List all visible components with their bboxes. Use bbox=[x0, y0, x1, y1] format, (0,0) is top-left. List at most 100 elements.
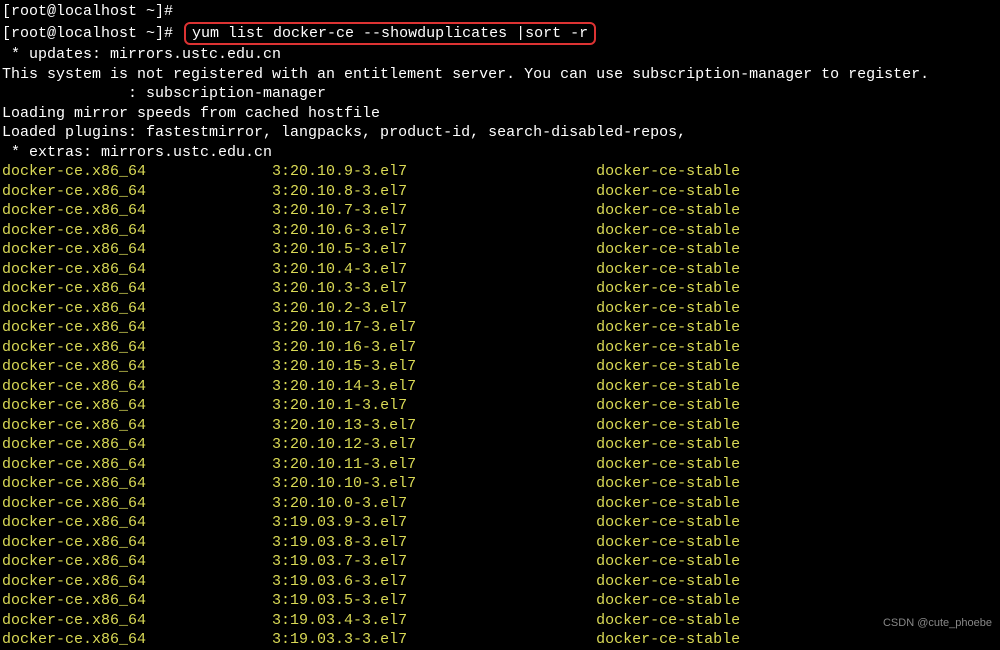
package-repo: docker-ce-stable bbox=[596, 456, 740, 473]
package-row: docker-ce.x86_64 3:20.10.2-3.el7 docker-… bbox=[2, 299, 1000, 319]
package-row: docker-ce.x86_64 3:19.03.6-3.el7 docker-… bbox=[2, 572, 1000, 592]
package-version: 3:20.10.12-3.el7 bbox=[272, 436, 596, 453]
package-row: docker-ce.x86_64 3:20.10.13-3.el7 docker… bbox=[2, 416, 1000, 436]
package-version: 3:20.10.16-3.el7 bbox=[272, 339, 596, 356]
package-name: docker-ce.x86_64 bbox=[2, 222, 272, 239]
package-repo: docker-ce-stable bbox=[596, 261, 740, 278]
package-row: docker-ce.x86_64 3:20.10.11-3.el7 docker… bbox=[2, 455, 1000, 475]
package-repo: docker-ce-stable bbox=[596, 163, 740, 180]
package-repo: docker-ce-stable bbox=[596, 592, 740, 609]
package-row: docker-ce.x86_64 3:19.03.5-3.el7 docker-… bbox=[2, 591, 1000, 611]
package-version: 3:20.10.13-3.el7 bbox=[272, 417, 596, 434]
package-row: docker-ce.x86_64 3:20.10.8-3.el7 docker-… bbox=[2, 182, 1000, 202]
package-version: 3:19.03.5-3.el7 bbox=[272, 592, 596, 609]
package-row: docker-ce.x86_64 3:20.10.10-3.el7 docker… bbox=[2, 474, 1000, 494]
shell-prompt: [root@localhost ~]# bbox=[2, 25, 182, 42]
package-repo: docker-ce-stable bbox=[596, 573, 740, 590]
package-name: docker-ce.x86_64 bbox=[2, 319, 272, 336]
info-lines: * updates: mirrors.ustc.edu.cnThis syste… bbox=[2, 45, 1000, 162]
package-repo: docker-ce-stable bbox=[596, 319, 740, 336]
package-version: 3:20.10.0-3.el7 bbox=[272, 495, 596, 512]
package-row: docker-ce.x86_64 3:20.10.6-3.el7 docker-… bbox=[2, 221, 1000, 241]
package-row: docker-ce.x86_64 3:20.10.1-3.el7 docker-… bbox=[2, 396, 1000, 416]
package-repo: docker-ce-stable bbox=[596, 378, 740, 395]
package-name: docker-ce.x86_64 bbox=[2, 495, 272, 512]
package-repo: docker-ce-stable bbox=[596, 553, 740, 570]
package-name: docker-ce.x86_64 bbox=[2, 241, 272, 258]
package-row: docker-ce.x86_64 3:20.10.15-3.el7 docker… bbox=[2, 357, 1000, 377]
package-version: 3:20.10.6-3.el7 bbox=[272, 222, 596, 239]
package-repo: docker-ce-stable bbox=[596, 222, 740, 239]
package-version: 3:20.10.8-3.el7 bbox=[272, 183, 596, 200]
package-name: docker-ce.x86_64 bbox=[2, 514, 272, 531]
package-name: docker-ce.x86_64 bbox=[2, 300, 272, 317]
package-name: docker-ce.x86_64 bbox=[2, 339, 272, 356]
package-repo: docker-ce-stable bbox=[596, 280, 740, 297]
package-repo: docker-ce-stable bbox=[596, 358, 740, 375]
package-name: docker-ce.x86_64 bbox=[2, 261, 272, 278]
package-repo: docker-ce-stable bbox=[596, 417, 740, 434]
package-repo: docker-ce-stable bbox=[596, 514, 740, 531]
package-version: 3:20.10.4-3.el7 bbox=[272, 261, 596, 278]
package-repo: docker-ce-stable bbox=[596, 397, 740, 414]
watermark: CSDN @cute_phoebe bbox=[883, 616, 992, 630]
shell-prompt: [root@localhost ~]# bbox=[2, 3, 173, 20]
package-row: docker-ce.x86_64 3:20.10.17-3.el7 docker… bbox=[2, 318, 1000, 338]
package-row: docker-ce.x86_64 3:19.03.9-3.el7 docker-… bbox=[2, 513, 1000, 533]
package-version: 3:20.10.15-3.el7 bbox=[272, 358, 596, 375]
package-repo: docker-ce-stable bbox=[596, 202, 740, 219]
package-row: docker-ce.x86_64 3:20.10.0-3.el7 docker-… bbox=[2, 494, 1000, 514]
package-version: 3:20.10.9-3.el7 bbox=[272, 163, 596, 180]
package-name: docker-ce.x86_64 bbox=[2, 592, 272, 609]
terminal-output[interactable]: [root@localhost ~]# [root@localhost ~]# … bbox=[0, 0, 1000, 650]
package-name: docker-ce.x86_64 bbox=[2, 417, 272, 434]
prompt-line-empty: [root@localhost ~]# bbox=[2, 2, 1000, 22]
info-line: * extras: mirrors.ustc.edu.cn bbox=[2, 143, 1000, 163]
package-name: docker-ce.x86_64 bbox=[2, 553, 272, 570]
package-name: docker-ce.x86_64 bbox=[2, 280, 272, 297]
package-repo: docker-ce-stable bbox=[596, 534, 740, 551]
package-version: 3:19.03.7-3.el7 bbox=[272, 553, 596, 570]
package-version: 3:20.10.5-3.el7 bbox=[272, 241, 596, 258]
package-repo: docker-ce-stable bbox=[596, 436, 740, 453]
package-name: docker-ce.x86_64 bbox=[2, 397, 272, 414]
package-row: docker-ce.x86_64 3:19.03.3-3.el7 docker-… bbox=[2, 630, 1000, 650]
package-name: docker-ce.x86_64 bbox=[2, 202, 272, 219]
package-version: 3:20.10.3-3.el7 bbox=[272, 280, 596, 297]
prompt-line-command: [root@localhost ~]# yum list docker-ce -… bbox=[2, 22, 1000, 46]
package-name: docker-ce.x86_64 bbox=[2, 436, 272, 453]
package-name: docker-ce.x86_64 bbox=[2, 358, 272, 375]
package-row: docker-ce.x86_64 3:19.03.4-3.el7 docker-… bbox=[2, 611, 1000, 631]
package-version: 3:20.10.1-3.el7 bbox=[272, 397, 596, 414]
package-repo: docker-ce-stable bbox=[596, 241, 740, 258]
package-row: docker-ce.x86_64 3:20.10.16-3.el7 docker… bbox=[2, 338, 1000, 358]
package-row: docker-ce.x86_64 3:20.10.9-3.el7 docker-… bbox=[2, 162, 1000, 182]
info-line: Loading mirror speeds from cached hostfi… bbox=[2, 104, 1000, 124]
package-name: docker-ce.x86_64 bbox=[2, 163, 272, 180]
package-row: docker-ce.x86_64 3:20.10.14-3.el7 docker… bbox=[2, 377, 1000, 397]
package-repo: docker-ce-stable bbox=[596, 300, 740, 317]
info-line: * updates: mirrors.ustc.edu.cn bbox=[2, 45, 1000, 65]
package-version: 3:20.10.14-3.el7 bbox=[272, 378, 596, 395]
package-repo: docker-ce-stable bbox=[596, 495, 740, 512]
info-line: : subscription-manager bbox=[2, 84, 1000, 104]
package-repo: docker-ce-stable bbox=[596, 612, 740, 629]
highlighted-command-box: yum list docker-ce --showduplicates |sor… bbox=[184, 22, 596, 46]
info-line: This system is not registered with an en… bbox=[2, 65, 1000, 85]
command-text: yum list docker-ce --showduplicates |sor… bbox=[192, 25, 588, 42]
package-version: 3:20.10.10-3.el7 bbox=[272, 475, 596, 492]
package-version: 3:20.10.17-3.el7 bbox=[272, 319, 596, 336]
package-name: docker-ce.x86_64 bbox=[2, 475, 272, 492]
package-version: 3:20.10.7-3.el7 bbox=[272, 202, 596, 219]
package-repo: docker-ce-stable bbox=[596, 339, 740, 356]
package-name: docker-ce.x86_64 bbox=[2, 378, 272, 395]
package-version: 3:20.10.11-3.el7 bbox=[272, 456, 596, 473]
package-version: 3:20.10.2-3.el7 bbox=[272, 300, 596, 317]
package-name: docker-ce.x86_64 bbox=[2, 612, 272, 629]
package-row: docker-ce.x86_64 3:20.10.12-3.el7 docker… bbox=[2, 435, 1000, 455]
package-version: 3:19.03.9-3.el7 bbox=[272, 514, 596, 531]
package-name: docker-ce.x86_64 bbox=[2, 573, 272, 590]
package-repo: docker-ce-stable bbox=[596, 475, 740, 492]
package-name: docker-ce.x86_64 bbox=[2, 456, 272, 473]
package-list: docker-ce.x86_64 3:20.10.9-3.el7 docker-… bbox=[2, 162, 1000, 650]
